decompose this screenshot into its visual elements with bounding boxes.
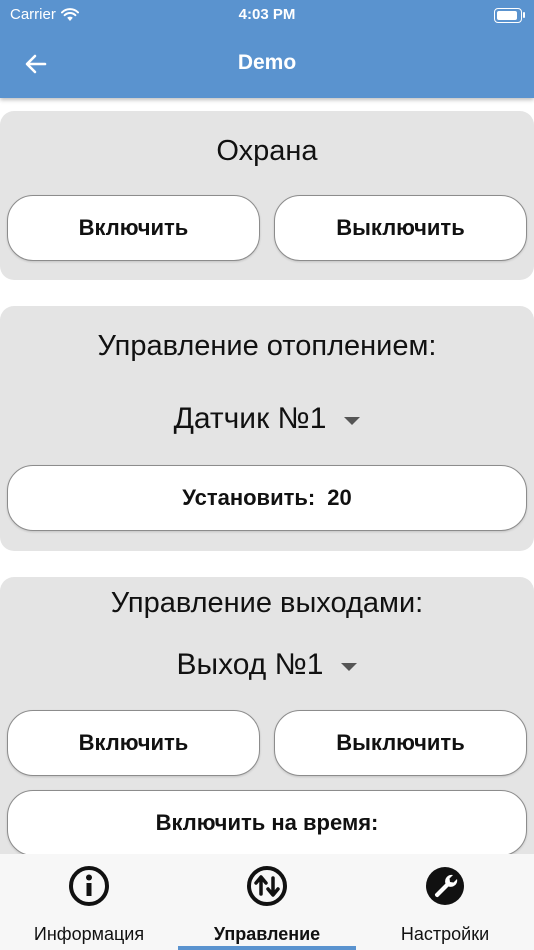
info-icon	[69, 866, 109, 906]
swap-vertical-icon	[247, 866, 287, 906]
output-off-button[interactable]: Выключить	[274, 710, 527, 776]
status-bar: Carrier 4:03 PM	[0, 0, 534, 28]
sensor-dropdown[interactable]: Датчик №1	[0, 402, 534, 436]
chevron-down-icon	[341, 663, 358, 671]
bottom-navigation: Информация Управление Настройки	[0, 854, 534, 950]
set-temperature-button[interactable]: Установить: 20	[7, 465, 527, 531]
chevron-down-icon	[344, 417, 361, 425]
nav-item-settings[interactable]: Настройки	[356, 854, 534, 950]
guard-off-button[interactable]: Выключить	[274, 195, 527, 261]
output-dropdown[interactable]: Выход №1	[0, 648, 534, 682]
nav-item-information[interactable]: Информация	[0, 854, 178, 950]
guard-card: Охрана Включить Выключить	[0, 111, 534, 280]
active-tab-indicator	[178, 946, 356, 950]
wrench-icon	[426, 867, 464, 905]
outputs-title: Управление выходами:	[110, 587, 424, 619]
nav-label-settings: Настройки	[400, 924, 490, 944]
battery-level	[497, 11, 517, 20]
heating-title: Управление отоплением:	[97, 330, 437, 362]
timed-on-button[interactable]: Включить на время:	[7, 790, 527, 856]
outputs-card: Управление выходами: Выход №1 Включить В…	[0, 577, 534, 877]
guard-on-button[interactable]: Включить	[7, 195, 260, 261]
app-bar: Carrier 4:03 PM Demo	[0, 0, 534, 98]
heating-card: Управление отоплением: Датчик №1 Установ…	[0, 306, 534, 551]
nav-label-information: Информация	[33, 924, 145, 944]
page-title: Demo	[237, 51, 297, 74]
set-temperature-label: Установить:	[182, 485, 316, 510]
battery-icon	[494, 8, 525, 23]
status-time: 4:03 PM	[238, 6, 296, 23]
guard-title: Охрана	[216, 135, 318, 167]
set-temperature-value: 20	[327, 485, 352, 510]
sensor-dropdown-value: Датчик №1	[173, 402, 327, 435]
output-dropdown-value: Выход №1	[176, 648, 324, 681]
nav-label-control: Управление	[213, 924, 321, 944]
output-on-button[interactable]: Включить	[7, 710, 260, 776]
nav-item-control[interactable]: Управление	[178, 854, 356, 950]
